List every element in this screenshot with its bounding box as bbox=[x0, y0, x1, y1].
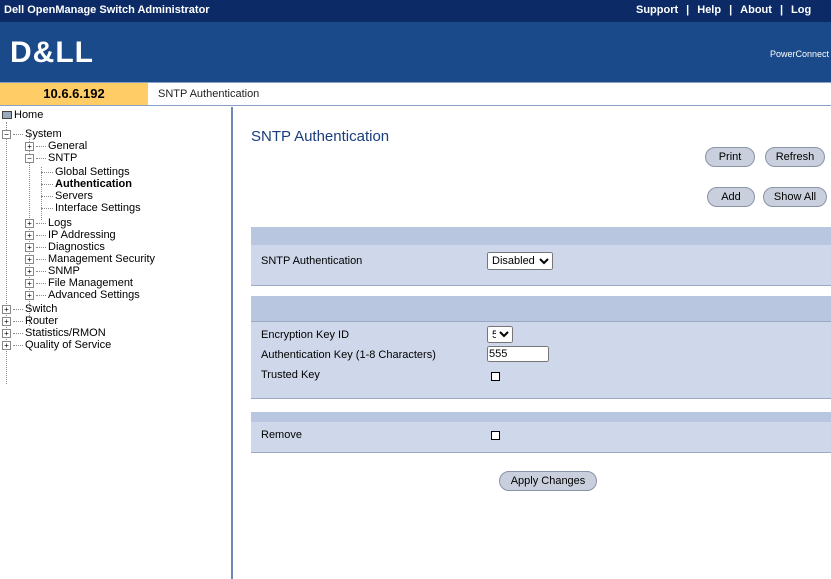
app-title: Dell OpenManage Switch Administrator bbox=[4, 4, 210, 16]
info-bar: 10.6.6.192 SNTP Authentication bbox=[0, 82, 831, 106]
apply-changes-button[interactable]: Apply Changes bbox=[499, 471, 597, 491]
expand-icon[interactable]: + bbox=[25, 290, 34, 300]
about-link[interactable]: About bbox=[740, 4, 772, 16]
tree-item-general[interactable]: + General bbox=[25, 140, 87, 152]
tree-item-sntp[interactable]: − SNTP bbox=[25, 152, 77, 164]
expand-icon[interactable]: + bbox=[25, 230, 34, 240]
expand-icon[interactable]: + bbox=[2, 316, 11, 326]
trusted-key-label: Trusted Key bbox=[261, 369, 320, 381]
tree-item-diagnostics[interactable]: + Diagnostics bbox=[25, 241, 105, 253]
key-id-label: Encryption Key ID bbox=[261, 329, 350, 341]
banner: D&LL PowerConnect bbox=[0, 22, 831, 82]
expand-icon[interactable]: + bbox=[2, 328, 11, 338]
expand-icon[interactable]: + bbox=[25, 141, 34, 151]
dell-logo: D&LL bbox=[10, 36, 94, 69]
remove-label: Remove bbox=[261, 429, 302, 441]
help-link[interactable]: Help bbox=[697, 4, 721, 16]
top-bar: Dell OpenManage Switch Administrator Sup… bbox=[0, 0, 831, 22]
remove-section bbox=[251, 412, 831, 452]
expand-icon[interactable]: + bbox=[2, 340, 11, 350]
tree-item-advanced-settings[interactable]: + Advanced Settings bbox=[25, 289, 140, 301]
home-icon bbox=[2, 111, 12, 119]
collapse-icon[interactable]: − bbox=[25, 153, 34, 163]
tree-item-qos[interactable]: + Quality of Service bbox=[2, 339, 111, 351]
print-button[interactable]: Print bbox=[705, 147, 755, 167]
separator: | bbox=[686, 4, 690, 16]
auth-key-label: Authentication Key (1-8 Characters) bbox=[261, 349, 436, 361]
tree-item-router[interactable]: + Router bbox=[2, 315, 58, 327]
trusted-key-checkbox[interactable] bbox=[491, 372, 500, 381]
key-id-select[interactable]: 5 bbox=[487, 326, 513, 343]
section-header bbox=[251, 227, 831, 245]
divider bbox=[251, 285, 831, 286]
tree-item-ip-addressing[interactable]: + IP Addressing bbox=[25, 229, 116, 241]
tree-item-management-security[interactable]: + Management Security bbox=[25, 253, 155, 265]
separator: | bbox=[779, 4, 784, 16]
auth-key-input[interactable] bbox=[487, 346, 549, 362]
tree-item-home[interactable]: Home bbox=[2, 109, 43, 121]
tree-item-switch[interactable]: + Switch bbox=[2, 303, 57, 315]
expand-icon[interactable]: + bbox=[25, 218, 34, 228]
separator: | bbox=[729, 4, 733, 16]
top-links: Support | Help | About | Log bbox=[636, 4, 811, 16]
tree-item-servers[interactable]: Servers bbox=[41, 190, 93, 202]
expand-icon[interactable]: + bbox=[25, 266, 34, 276]
breadcrumb: SNTP Authentication bbox=[158, 88, 260, 100]
sntp-auth-select[interactable]: Disabled bbox=[487, 252, 553, 270]
expand-icon[interactable]: + bbox=[25, 254, 34, 264]
tree-item-logs[interactable]: + Logs bbox=[25, 217, 72, 229]
tree-item-file-management[interactable]: + File Management bbox=[25, 277, 133, 289]
collapse-icon[interactable]: − bbox=[2, 129, 11, 139]
refresh-button[interactable]: Refresh bbox=[765, 147, 825, 167]
tree-item-statistics[interactable]: + Statistics/RMON bbox=[2, 327, 106, 339]
product-name: PowerConnect bbox=[769, 49, 829, 59]
tree-item-snmp[interactable]: + SNMP bbox=[25, 265, 80, 277]
main-panel: SNTP Authentication Print Refresh Add Sh… bbox=[235, 107, 831, 579]
remove-checkbox[interactable] bbox=[491, 431, 500, 440]
expand-icon[interactable]: + bbox=[25, 242, 34, 252]
key-section-header bbox=[251, 296, 831, 321]
sntp-auth-label: SNTP Authentication bbox=[261, 255, 363, 267]
expand-icon[interactable]: + bbox=[2, 304, 11, 314]
tree-item-authentication[interactable]: Authentication bbox=[41, 178, 132, 190]
page-title: SNTP Authentication bbox=[251, 128, 390, 145]
tree-item-interface-settings[interactable]: Interface Settings bbox=[41, 202, 141, 214]
expand-icon[interactable]: + bbox=[25, 278, 34, 288]
divider bbox=[251, 452, 831, 453]
divider bbox=[251, 398, 831, 399]
add-button[interactable]: Add bbox=[707, 187, 755, 207]
tree-item-system[interactable]: − System bbox=[2, 128, 62, 140]
logout-link[interactable]: Log bbox=[791, 4, 811, 16]
navigation-tree: Home − System + General − SNTP Global Se… bbox=[0, 107, 233, 579]
device-ip: 10.6.6.192 bbox=[0, 83, 148, 105]
tree-item-global-settings[interactable]: Global Settings bbox=[41, 166, 130, 178]
support-link[interactable]: Support bbox=[636, 4, 678, 16]
show-all-button[interactable]: Show All bbox=[763, 187, 827, 207]
